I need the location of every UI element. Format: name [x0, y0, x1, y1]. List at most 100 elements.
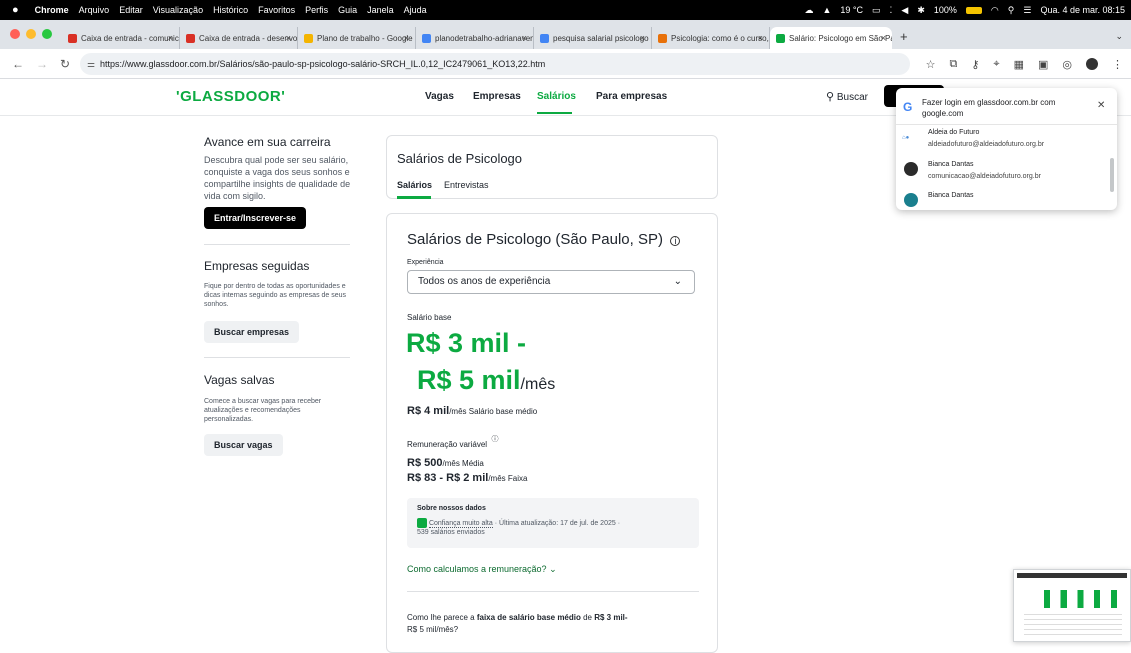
calendar-icon[interactable]: ▣ [1038, 58, 1048, 71]
browser-tab[interactable]: pesquisa salarial psicologo - × [534, 27, 652, 49]
cloud-icon[interactable]: ☁ [804, 5, 813, 16]
site-info-icon[interactable]: ⚌ [87, 59, 95, 70]
feedback-question: Como lhe parece a faixa de salário base … [407, 612, 677, 636]
tab-title: Caixa de entrada - comunica [81, 33, 180, 43]
tab-close-icon[interactable]: × [881, 33, 886, 43]
menu-janela[interactable]: Janela [367, 5, 394, 15]
how-we-calculate-label: Como calculamos a remuneração? [407, 564, 547, 574]
login-register-button[interactable]: Entrar/Inscrever-se [204, 207, 307, 229]
screenshot-thumbnail[interactable] [1013, 569, 1131, 642]
wifi-icon[interactable]: ◠ [991, 5, 999, 16]
tab-close-icon[interactable]: × [522, 33, 527, 43]
tab-close-icon[interactable]: × [758, 33, 763, 43]
copilot-icon[interactable]: ◎ [1062, 58, 1072, 71]
minimize-window-icon[interactable] [26, 29, 36, 39]
spotlight-search-icon[interactable]: ⚲ [1008, 5, 1015, 16]
menu-arquivo[interactable]: Arquivo [79, 5, 110, 15]
dots-icon[interactable]: ⁚ [890, 5, 893, 16]
chevron-down-icon: ⌄ [549, 564, 557, 574]
thumbnail-bars [1044, 590, 1120, 608]
salary-range-unit: /mês [520, 376, 556, 393]
glassdoor-logo[interactable]: 'GLASSDOOR' [176, 88, 285, 105]
tab-salarios[interactable]: Salários [397, 180, 432, 190]
address-bar[interactable]: ⚌ https://www.glassdoor.com.br/Salários/… [80, 53, 910, 75]
info-icon[interactable]: i [670, 236, 681, 246]
close-window-icon[interactable] [10, 29, 20, 39]
password-key-icon[interactable]: ⚷ [971, 58, 979, 71]
account-row[interactable]: Bianca Dantas [896, 190, 1117, 210]
nav-salarios[interactable]: Salários [537, 91, 576, 102]
chrome-menu-icon[interactable]: ⋮ [1112, 58, 1123, 71]
browser-tab[interactable]: Psicologia: como é o curso, c × [652, 27, 770, 49]
search-companies-button[interactable]: Buscar empresas [204, 321, 300, 343]
back-icon[interactable]: ← [12, 57, 24, 71]
browser-tab[interactable]: planodetrabalho-adrianavent × [416, 27, 534, 49]
experience-select[interactable]: Todos os anos de experiência ⌄ [407, 270, 695, 294]
chevron-down-icon: ⌄ [673, 276, 682, 287]
extensions-icon[interactable]: ⧉ [949, 58, 957, 71]
variable-info-icon[interactable]: ⓘ [492, 436, 499, 443]
browser-tab[interactable]: Caixa de entrada - desenvolv × [180, 27, 298, 49]
search-jobs-button[interactable]: Buscar vagas [204, 434, 283, 456]
salary-range-line1: R$ 3 mil - [406, 328, 527, 358]
weather-temp[interactable]: 19 °C [840, 5, 863, 15]
menu-favoritos[interactable]: Favoritos [258, 5, 295, 15]
zoom-window-icon[interactable] [42, 29, 52, 39]
account-row[interactable]: ⌂● Aldeia do Futuro aldeiadofuturo@aldei… [896, 126, 1117, 156]
tab-close-icon[interactable]: × [404, 33, 409, 43]
popup-close-icon[interactable]: ✕ [1097, 100, 1105, 111]
tab-search-icon[interactable]: ⌄ [1115, 31, 1123, 42]
experience-value: Todos os anos de experiência [418, 276, 551, 287]
bookmark-star-icon[interactable]: ☆ [926, 58, 936, 71]
tab-title: pesquisa salarial psicologo - [553, 33, 652, 43]
question-line2: R$ 5 mil/mês? [407, 625, 459, 634]
browser-tab[interactable]: Salário: Psicologo em São Pa × [770, 27, 892, 49]
occupation-header-card: Salários de Psicologo Salários Entrevist… [386, 135, 718, 199]
menu-historico[interactable]: Histórico [213, 5, 248, 15]
menu-guia[interactable]: Guia [338, 5, 357, 15]
nav-vagas[interactable]: Vagas [425, 91, 454, 102]
nav-empresas[interactable]: Empresas [473, 91, 521, 102]
browser-tab[interactable]: Caixa de entrada - comunica × [62, 27, 180, 49]
apple-icon[interactable]: ● [12, 4, 19, 16]
search-button[interactable]: ⚲ Buscar [826, 90, 868, 103]
battery-percent[interactable]: 100% [934, 5, 957, 15]
control-center-icon[interactable]: ☰ [1023, 5, 1031, 16]
location-icon[interactable]: ⌖ [993, 58, 999, 71]
followed-companies-text: Fique por dentro de todas as oportunidad… [204, 283, 347, 308]
tab-favicon-icon [540, 33, 549, 43]
qr-icon[interactable]: ▦ [1014, 58, 1024, 71]
new-tab-icon[interactable]: + [892, 29, 908, 49]
browser-tab[interactable]: Plano de trabalho - Google D × [298, 27, 416, 49]
experience-label: Experiência [407, 259, 444, 266]
menu-editar[interactable]: Editar [119, 5, 143, 15]
bluetooth-icon[interactable]: ✱ [917, 5, 925, 16]
browser-toolbar: ← → ↻ ⚌ https://www.glassdoor.com.br/Sal… [0, 49, 1131, 79]
profile-avatar-icon[interactable] [1086, 58, 1098, 70]
app-name[interactable]: Chrome [35, 5, 69, 15]
tab-favicon-icon [186, 33, 195, 43]
menu-visualizacao[interactable]: Visualização [153, 5, 203, 15]
nav-para-empresas[interactable]: Para empresas [596, 91, 667, 102]
reload-icon[interactable]: ↻ [60, 57, 70, 71]
account-name: Bianca Dantas [928, 192, 974, 199]
popup-scrollbar[interactable] [1110, 158, 1114, 192]
saved-jobs-text: Comece a buscar vagas para receber atual… [204, 398, 322, 423]
confidence-row: Confiança muito alta · Última atualizaçã… [417, 518, 620, 528]
popup-title: Fazer login em glassdoor.com.br com goog… [922, 98, 1056, 118]
screen-icon[interactable]: ▭ [872, 5, 881, 16]
battery-icon[interactable] [965, 6, 982, 14]
menu-ajuda[interactable]: Ajuda [404, 5, 427, 15]
tab-entrevistas[interactable]: Entrevistas [444, 180, 489, 190]
clock[interactable]: Qua. 4 de mar. 08:15 [1040, 5, 1125, 15]
menu-perfis[interactable]: Perfis [305, 5, 328, 15]
account-row[interactable]: Bianca Dantas comunicacao@aldeiadofuturo… [896, 158, 1117, 188]
tab-close-icon[interactable]: × [286, 33, 291, 43]
median-salary: R$ 4 mil/mês Salário base médio [407, 401, 537, 419]
confidence-level[interactable]: Confiança muito alta [428, 519, 493, 528]
how-we-calculate-link[interactable]: Como calculamos a remuneração? ⌄ [407, 564, 557, 575]
tab-close-icon[interactable]: × [640, 33, 645, 43]
tab-close-icon[interactable]: × [168, 33, 173, 43]
volume-icon[interactable]: ◀ [901, 5, 908, 16]
forward-icon[interactable]: → [36, 57, 48, 71]
